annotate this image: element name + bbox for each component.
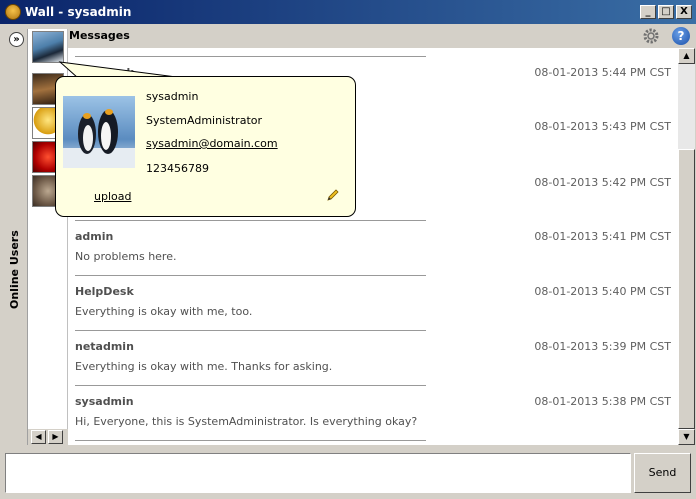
profile-phone: 123456789	[146, 162, 209, 175]
divider	[75, 56, 426, 57]
message-time: 08-01-2013 5:44 PM CST	[534, 66, 671, 79]
scroll-right-icon[interactable]: ▶	[48, 430, 63, 444]
message-body: Everything is okay with me, too.	[75, 305, 253, 318]
message-input[interactable]	[5, 453, 631, 493]
window-title: Wall - sysadmin	[25, 5, 132, 19]
message-author: netadmin	[75, 340, 134, 353]
divider	[75, 440, 426, 441]
message-time: 08-01-2013 5:42 PM CST	[534, 176, 671, 189]
divider	[75, 275, 426, 276]
message-body: No problems here.	[75, 250, 177, 263]
message-author: sysadmin	[75, 395, 134, 408]
expand-online-users-button[interactable]: »	[9, 32, 24, 47]
message-body: Hi, Everyone, this is SystemAdministrato…	[75, 415, 418, 428]
profile-username: sysadmin	[146, 90, 199, 103]
divider	[75, 385, 426, 386]
message-time: 08-01-2013 5:39 PM CST	[534, 340, 671, 353]
avatar-sysadmin[interactable]	[32, 31, 64, 63]
send-button[interactable]: Send	[634, 453, 691, 493]
online-users-label: Online Users	[8, 230, 21, 309]
profile-email-link[interactable]: sysadmin@domain.com	[146, 137, 278, 150]
avatar-scrollbar[interactable]: ◀ ▶	[28, 429, 68, 445]
composer: Send	[0, 447, 696, 499]
online-users-bar: » Online Users	[5, 29, 28, 445]
message-time: 08-01-2013 5:43 PM CST	[534, 120, 671, 133]
message-scrollbar[interactable]: ▲ ▼	[678, 48, 695, 445]
pencil-icon[interactable]	[326, 188, 340, 202]
scroll-left-icon[interactable]: ◀	[31, 430, 46, 444]
gear-icon[interactable]	[642, 27, 660, 45]
profile-photo	[63, 96, 135, 168]
message-time: 08-01-2013 5:38 PM CST	[534, 395, 671, 408]
messages-title: Messages	[69, 29, 130, 42]
app-icon	[5, 4, 21, 20]
help-icon[interactable]: ?	[672, 27, 690, 45]
message-time: 08-01-2013 5:41 PM CST	[534, 230, 671, 243]
maximize-button[interactable]: □	[658, 5, 674, 19]
scroll-up-icon[interactable]: ▲	[678, 48, 695, 64]
message-author: admin	[75, 230, 114, 243]
messages-header: Messages ?	[68, 24, 696, 48]
message-body: Everything is okay with me. Thanks for a…	[75, 360, 333, 373]
scroll-down-icon[interactable]: ▼	[678, 429, 695, 445]
profile-full-name: SystemAdministrator	[146, 114, 263, 127]
scroll-thumb[interactable]	[678, 149, 695, 429]
minimize-button[interactable]: _	[640, 5, 656, 19]
title-bar: Wall - sysadmin _ □ X	[0, 0, 696, 24]
message-time: 08-01-2013 5:40 PM CST	[534, 285, 671, 298]
divider	[75, 220, 426, 221]
message-author: HelpDesk	[75, 285, 134, 298]
close-button[interactable]: X	[676, 5, 692, 19]
profile-popup: sysadmin SystemAdministrator sysadmin@do…	[55, 76, 356, 217]
upload-link[interactable]: upload	[94, 190, 131, 203]
divider	[75, 330, 426, 331]
